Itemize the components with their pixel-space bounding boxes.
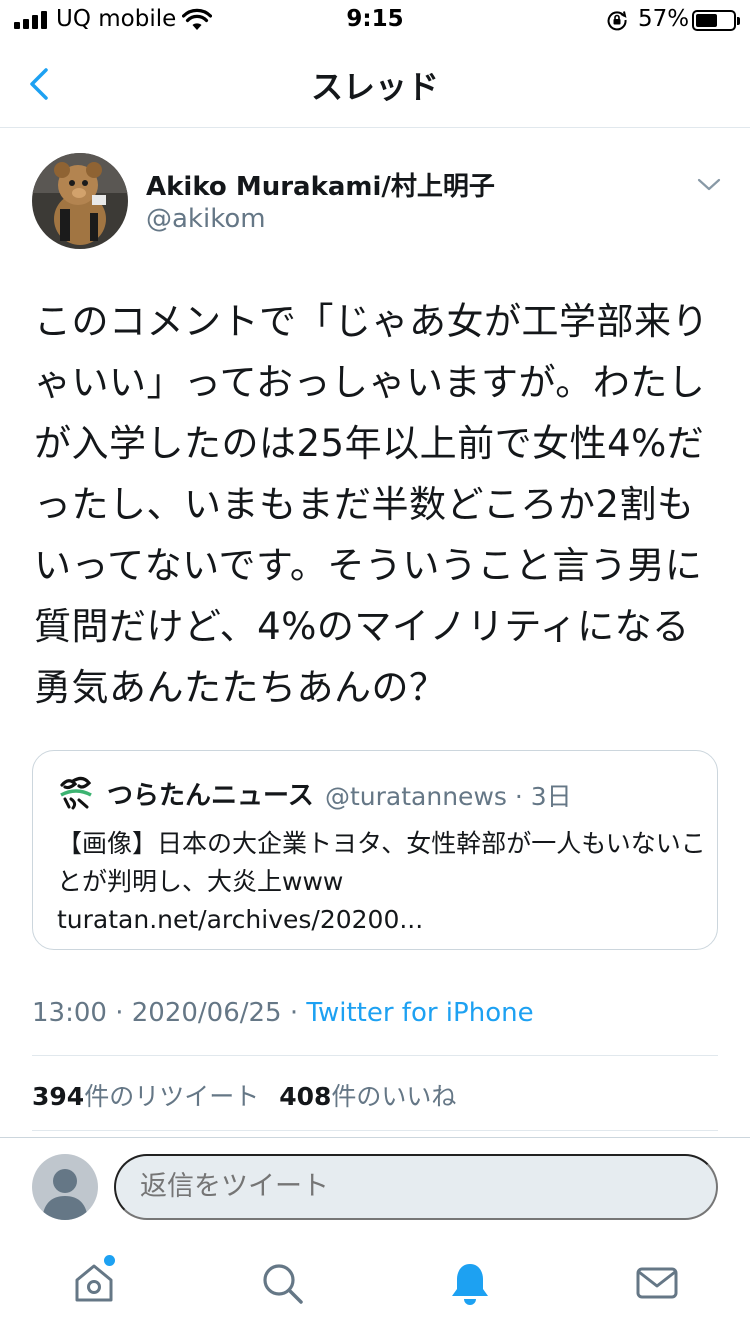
meta-separator: · [281,998,307,1028]
author-handle[interactable]: @akikom [146,204,266,234]
author-name[interactable]: Akiko Murakami/村上明子 [146,166,495,203]
quoted-account-meta: @turatannews · 3日 [325,777,572,813]
tab-bar [0,1238,750,1334]
divider [32,1055,718,1056]
status-bar: UQ mobile 9:15 57% [0,0,750,40]
tweet-source-link[interactable]: Twitter for iPhone [306,998,533,1028]
notifications-icon[interactable] [447,1260,493,1306]
likes-label: 件のいいね [331,1082,457,1111]
likes-count: 408 [279,1082,332,1111]
teddy-bear-avatar-image [32,153,128,249]
chevron-down-icon[interactable] [694,170,724,200]
retweets-count: 394 [32,1082,85,1111]
quoted-tweet-card[interactable]: つらたんニュース @turatannews · 3日 【画像】日本の大企業トヨタ… [32,750,718,950]
quoted-tweet-age: 3日 [530,782,572,811]
divider [32,1130,718,1131]
tweet-stats: 394件のリツイート 408件のいいね [32,1077,456,1113]
tweet-time: 13:00 [32,998,107,1028]
likes-stat[interactable]: 408件のいいね [279,1082,456,1111]
default-avatar-icon [42,1169,88,1220]
battery-icon [692,10,740,31]
messages-icon[interactable] [634,1260,680,1306]
retweets-label: 件のリツイート [84,1082,260,1111]
quoted-account-logo-icon [58,774,94,810]
page-title: スレッド [310,68,439,106]
nav-bar: スレッド [0,40,750,128]
meta-separator: · [506,782,531,811]
orientation-lock-icon [607,11,627,31]
new-content-indicator-dot [104,1255,115,1266]
quoted-account-name: つらたんニュース [107,781,314,811]
battery-percent: 57% [638,6,690,32]
quoted-account-handle: @turatannews [325,782,507,811]
user-avatar[interactable] [32,1154,98,1220]
reply-bar [0,1137,750,1237]
retweets-stat[interactable]: 394件のリツイート [32,1082,259,1111]
quoted-tweet-text: 【画像】日本の大企業トヨタ、女性幹部が一人もいないことが判明し、大炎上www t… [57,829,706,934]
search-icon[interactable] [259,1260,305,1306]
tweet-date: 2020/06/25 [131,998,282,1028]
tweet-text: このコメントで「じゃあ女が工学部来りゃいい」っておっしゃいますが。わたしが入学し… [34,300,709,709]
meta-separator: · [106,998,132,1028]
author-avatar[interactable] [32,153,128,249]
tweet-timestamp: 13:00 · 2020/06/25 · Twitter for iPhone [32,998,534,1028]
reply-input[interactable] [114,1154,718,1220]
home-icon[interactable] [71,1260,117,1306]
